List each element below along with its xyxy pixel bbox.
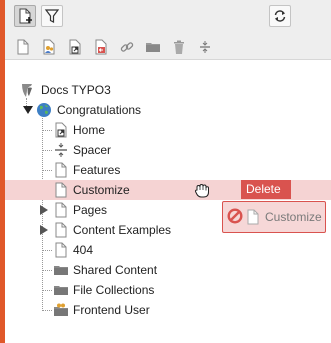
tree-item-features[interactable]: Features [5, 160, 331, 180]
shortcut-page-icon [55, 122, 67, 138]
standard-page-icon [17, 39, 28, 54]
spacer-icon [199, 40, 210, 53]
page-icon [55, 182, 67, 198]
filter-button[interactable] [41, 5, 63, 27]
external-link-page-tool[interactable] [92, 38, 109, 55]
tree-item-file-collections[interactable]: File Collections [5, 280, 331, 300]
expanded-arrow-icon[interactable] [23, 105, 33, 115]
link-icon [120, 41, 133, 52]
delete-drop-zone[interactable]: Delete [241, 180, 291, 199]
recycler-tool[interactable] [170, 38, 187, 55]
frontend-user-folder-icon [54, 303, 68, 316]
tree-item-label: Customize [73, 183, 130, 197]
folder-icon [54, 266, 68, 275]
refresh-icon [274, 10, 286, 22]
tree-item-home[interactable]: Home [5, 120, 331, 140]
external-link-page-icon [95, 39, 106, 54]
tree-item-label: File Collections [73, 283, 155, 297]
backend-user-section-icon [43, 39, 54, 54]
tree-item-frontend-user[interactable]: Frontend User [5, 300, 331, 320]
page-types-toolbar [5, 34, 331, 60]
folder-icon [145, 42, 160, 52]
typo3-logo-icon [22, 84, 32, 97]
page-icon [55, 222, 67, 238]
grab-hand-icon [194, 183, 209, 198]
new-page-button[interactable] [14, 5, 36, 27]
tree-item-label: Home [73, 123, 106, 137]
tree-root-node[interactable]: Docs TYPO3 [5, 80, 331, 100]
tree-item-content-examples[interactable]: Content Examples [5, 220, 331, 240]
tree-item-label: 404 [73, 243, 94, 257]
new-page-icon [19, 8, 32, 24]
tree-item-label: Content Examples [73, 223, 172, 237]
page-icon [55, 162, 67, 178]
standard-page-tool[interactable] [14, 38, 31, 55]
tree-site-label: Congratulations [57, 103, 142, 117]
collapsed-arrow-icon[interactable] [39, 225, 49, 235]
folder-icon [54, 286, 68, 295]
tree-item-pages[interactable]: Pages [5, 200, 331, 220]
tree-item-label: Features [73, 163, 121, 177]
shortcut-page-tool[interactable] [66, 38, 83, 55]
spacer-icon [55, 143, 67, 157]
tree-root-label: Docs TYPO3 [41, 83, 111, 97]
filter-icon [44, 9, 60, 23]
tree-item-label: Shared Content [73, 263, 158, 277]
link-tool[interactable] [118, 38, 135, 55]
tree-item-shared-content[interactable]: Shared Content [5, 260, 331, 280]
shortcut-page-icon [69, 39, 80, 54]
tree-item-label: Pages [73, 203, 108, 217]
page-icon [55, 242, 67, 258]
tree-item-label: Spacer [73, 143, 112, 157]
globe-icon [37, 103, 51, 117]
tree-site-node[interactable]: Congratulations [5, 100, 331, 120]
tree-item-404[interactable]: 404 [5, 240, 331, 260]
backend-user-section-tool[interactable] [40, 38, 57, 55]
collapsed-arrow-icon[interactable] [39, 205, 49, 215]
refresh-button[interactable] [269, 5, 291, 27]
recycler-icon [173, 40, 184, 54]
page-icon [55, 202, 67, 218]
spacer-tool[interactable] [196, 38, 213, 55]
tree-item-label: Frontend User [73, 303, 150, 317]
folder-tool[interactable] [144, 38, 161, 55]
page-tree-toolbar [5, 0, 331, 35]
tree-item-spacer[interactable]: Spacer [5, 140, 331, 160]
